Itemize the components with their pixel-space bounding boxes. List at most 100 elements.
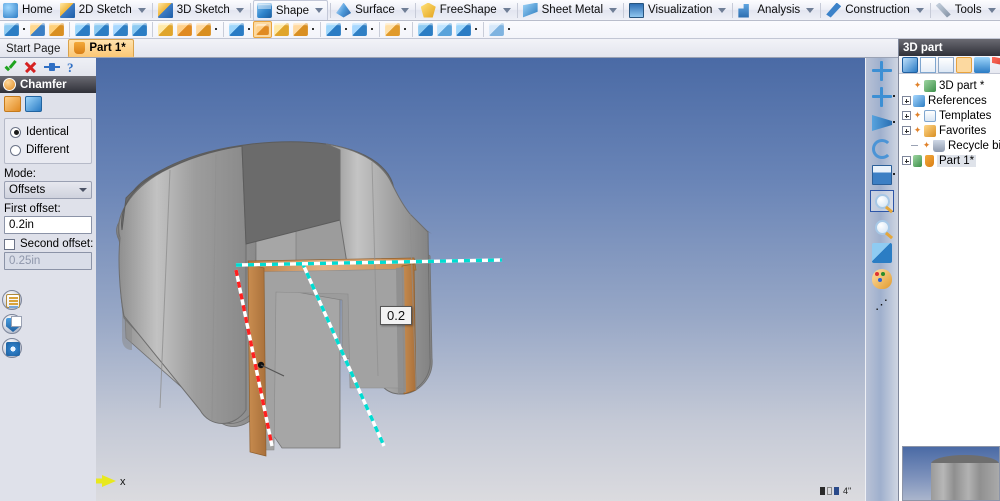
chevron-down-icon[interactable] [717, 5, 728, 16]
boolean-intersect-button[interactable] [111, 21, 130, 38]
mode-select[interactable]: Offsets [4, 181, 92, 199]
radio-different[interactable]: Different [10, 141, 86, 159]
toolbar-dropdown-arrow[interactable] [473, 21, 480, 38]
tree-order-button[interactable] [956, 56, 972, 73]
tree-node-favorites[interactable]: ✦ Favorites [902, 123, 1000, 138]
toolbar-dropdown-arrow[interactable] [343, 21, 350, 38]
cone-primitive-button[interactable] [194, 21, 213, 38]
tree-flag-button[interactable] [992, 56, 1000, 73]
thread-button[interactable] [350, 21, 369, 38]
sphere-primitive-button[interactable] [156, 21, 175, 38]
chamfer-face-left[interactable] [247, 263, 267, 457]
pan-tool[interactable] [866, 58, 898, 84]
radio-identical-indicator[interactable] [10, 126, 21, 138]
chevron-down-icon[interactable] [314, 5, 325, 16]
menu-item-3d-sketch[interactable]: 3D Sketch [155, 0, 248, 20]
chevron-down-icon[interactable] [400, 5, 411, 16]
orbit-tool[interactable] [866, 136, 898, 162]
move-button[interactable] [454, 21, 473, 38]
fit-window-tool[interactable] [866, 162, 898, 188]
expand-icon[interactable] [902, 156, 911, 165]
pin-button[interactable] [44, 61, 60, 74]
zoom-window-tool[interactable] [866, 188, 898, 214]
more-tools[interactable]: ⋰ [866, 292, 898, 318]
second-offset-input[interactable]: 0.25in [4, 252, 92, 270]
second-offset-checkbox-row[interactable]: Second offset: [0, 234, 96, 252]
menu-item-2d-sketch[interactable]: 2D Sketch [57, 0, 150, 20]
hole-button[interactable] [324, 21, 343, 38]
model-preview-pane[interactable] [902, 446, 1000, 501]
boolean-subtract-button[interactable] [92, 21, 111, 38]
toolbar-dropdown-arrow[interactable] [369, 21, 376, 38]
measure-button[interactable] [487, 21, 506, 38]
menu-item-surface[interactable]: Surface [333, 0, 413, 20]
toolbar-dropdown-arrow[interactable] [506, 21, 513, 38]
radio-different-indicator[interactable] [10, 144, 21, 156]
first-offset-input[interactable]: 0.2in [4, 216, 92, 234]
revolve-button[interactable] [28, 21, 47, 38]
zoom-tool[interactable] [866, 214, 898, 240]
boolean-split-button[interactable] [130, 21, 149, 38]
tree-collapse-button[interactable] [938, 56, 954, 73]
tree-expand-button[interactable] [920, 56, 936, 73]
box-primitive-button[interactable] [175, 21, 194, 38]
help-button[interactable]: ? [67, 61, 74, 74]
menu-item-shape[interactable]: Shape [252, 0, 329, 20]
dropdown-dot[interactable] [893, 173, 895, 175]
extrude-button[interactable] [2, 21, 21, 38]
toolbar-dropdown-arrow[interactable] [310, 21, 317, 38]
fillet-button[interactable] [272, 21, 291, 38]
chevron-down-icon[interactable] [235, 5, 246, 16]
tree-layers-button[interactable] [974, 56, 990, 73]
menu-item-construction[interactable]: Construction [823, 0, 928, 20]
tree-node-3d-part[interactable]: ✦ 3D part * [902, 78, 1000, 93]
selection-filter-button[interactable] [2, 314, 22, 334]
dropdown-dot[interactable] [893, 95, 895, 97]
rotate-tool[interactable] [866, 110, 898, 136]
tree-node-recycle-bin[interactable]: ✦ Recycle bin [902, 138, 1000, 153]
toolbar-dropdown-arrow[interactable] [213, 21, 220, 38]
properties-list-button[interactable] [2, 290, 22, 310]
chevron-down-icon[interactable] [987, 5, 998, 16]
tree-node-part-1[interactable]: Part 1* [902, 153, 1000, 168]
chamfer-edge-mode-icon[interactable] [4, 96, 21, 112]
pattern-button[interactable] [416, 21, 435, 38]
3d-viewport[interactable]: 0.2 z x y [96, 58, 865, 501]
document-tab-part-1[interactable]: Part 1* [68, 39, 134, 57]
menu-item-visualization[interactable]: Visualization [626, 0, 730, 20]
radio-identical[interactable]: Identical [10, 123, 86, 141]
render-style-tool[interactable] [866, 266, 898, 292]
chevron-down-icon[interactable] [805, 5, 816, 16]
settings-button[interactable] [2, 338, 22, 358]
menu-item-sheet-metal[interactable]: Sheet Metal [520, 0, 621, 20]
expand-icon[interactable] [902, 96, 911, 105]
view-cube-tool[interactable] [866, 240, 898, 266]
document-tab-start-page[interactable]: Start Page [0, 39, 68, 57]
ok-button[interactable] [4, 61, 17, 74]
menu-item-freeshape[interactable]: FreeShape [418, 0, 515, 20]
toolbar-dropdown-arrow[interactable] [246, 21, 253, 38]
chamfer-face-mode-icon[interactable] [25, 96, 42, 112]
second-offset-checkbox[interactable] [4, 238, 15, 250]
tree-node-references[interactable]: References [902, 93, 1000, 108]
toolbar-dropdown-arrow[interactable] [21, 21, 28, 38]
chamfer-dimension-label[interactable]: 0.2 [380, 306, 413, 325]
boolean-add-button[interactable] [73, 21, 92, 38]
tree-select-button[interactable] [902, 56, 918, 73]
mirror-button[interactable] [435, 21, 454, 38]
chamfer-button[interactable] [253, 21, 272, 38]
menu-item-home[interactable]: Home [0, 0, 57, 20]
shell-button[interactable] [227, 21, 246, 38]
dropdown-dot[interactable] [893, 121, 895, 123]
material-palette-button[interactable] [383, 21, 402, 38]
cancel-button[interactable] [24, 61, 37, 74]
expand-icon[interactable] [902, 126, 911, 135]
chevron-down-icon[interactable] [608, 5, 619, 16]
chevron-down-icon[interactable] [502, 5, 513, 16]
chevron-down-icon[interactable] [915, 5, 926, 16]
tree-node-templates[interactable]: ✦ Templates [902, 108, 1000, 123]
chevron-down-icon[interactable] [79, 188, 87, 192]
chevron-down-icon[interactable] [137, 5, 148, 16]
draft-button[interactable] [291, 21, 310, 38]
menu-item-analysis[interactable]: Analysis [735, 0, 818, 20]
